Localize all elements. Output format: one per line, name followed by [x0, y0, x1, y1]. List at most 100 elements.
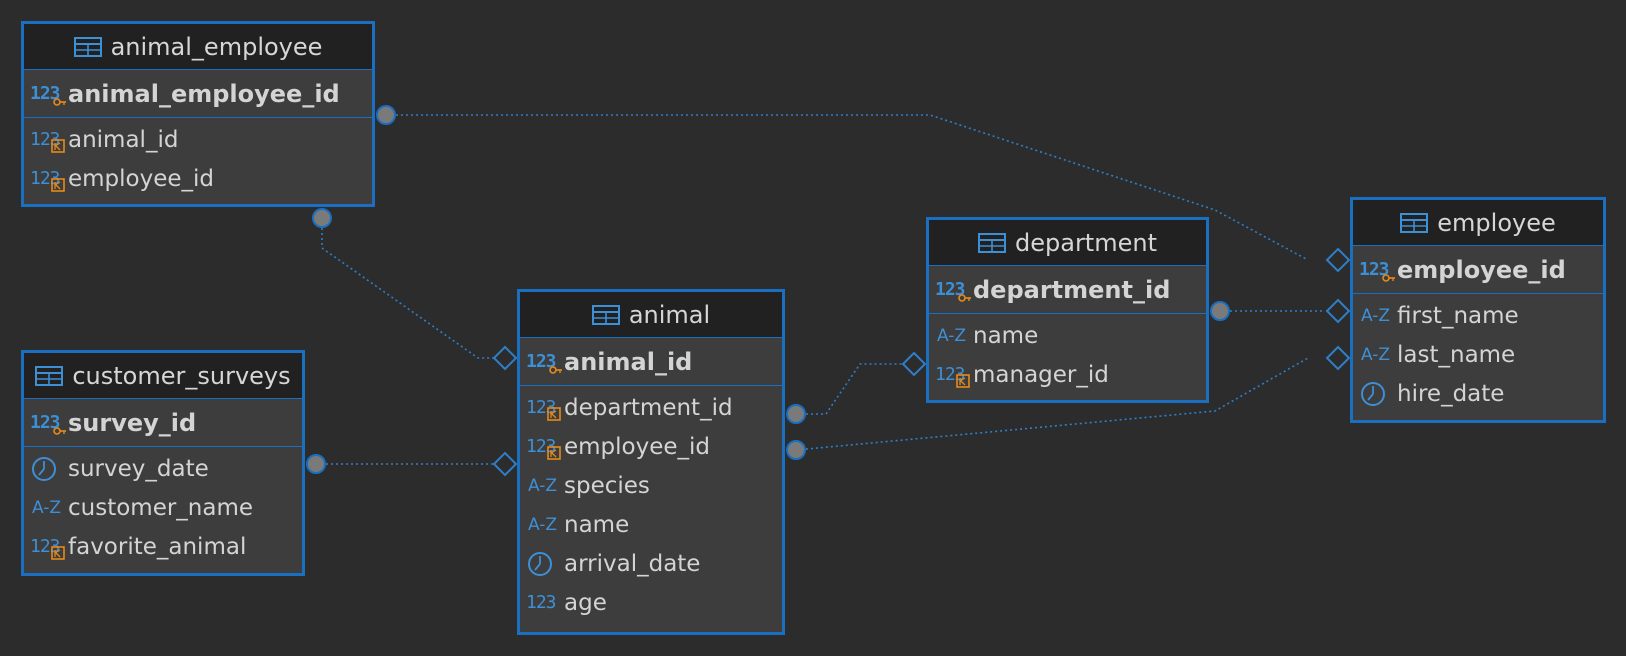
- relation-end-circle: [786, 440, 806, 460]
- table-icon: [1400, 212, 1429, 233]
- table-column[interactable]: 123 favorite_animal: [24, 527, 302, 566]
- fk-number-icon: 123: [935, 360, 973, 390]
- column-name: animal_id: [564, 347, 693, 376]
- table-employee[interactable]: employee 123 employee_id A-Z first_name A-Z la…: [1350, 197, 1606, 423]
- table-column[interactable]: hire_date: [1353, 374, 1603, 413]
- table-header[interactable]: customer_surveys: [24, 353, 302, 399]
- column-name: employee_id: [564, 433, 711, 460]
- table-header[interactable]: animal: [520, 292, 782, 338]
- table-icon: [591, 304, 620, 325]
- column-name: animal_id: [68, 126, 179, 153]
- relation-end-diamond: [492, 345, 518, 371]
- fk-number-icon: 123: [30, 164, 68, 194]
- table-customer-surveys[interactable]: customer_surveys 123 survey_id survey_date A…: [21, 350, 305, 576]
- table-column[interactable]: 123 animal_id: [24, 120, 372, 159]
- column-name: manager_id: [973, 361, 1109, 388]
- fk-number-icon: 123: [30, 532, 68, 562]
- text-icon: A-Z: [1361, 305, 1391, 326]
- text-icon: A-Z: [528, 514, 558, 535]
- table-column[interactable]: 123 manager_id: [929, 355, 1206, 394]
- primary-key-column[interactable]: 123 department_id: [929, 268, 1206, 311]
- relation-end-circle: [306, 454, 326, 474]
- column-name: employee_id: [1397, 255, 1566, 284]
- pk-number-icon: 123: [30, 411, 66, 435]
- table-animal[interactable]: animal 123 animal_id 123 department_id 123 emp…: [517, 289, 785, 635]
- primary-key-section: 123 animal_employee_id: [24, 70, 372, 118]
- primary-key-section: 123 employee_id: [1353, 246, 1603, 294]
- relation-end-diamond: [492, 451, 518, 477]
- column-name: hire_date: [1397, 380, 1505, 407]
- table-icon: [35, 365, 64, 386]
- table-column[interactable]: A-Z last_name: [1353, 335, 1603, 374]
- clock-icon: [30, 454, 68, 484]
- column-name: survey_id: [68, 408, 197, 437]
- table-department[interactable]: department 123 department_id A-Z name 123 mana…: [926, 217, 1209, 403]
- table-column[interactable]: A-Z name: [929, 316, 1206, 355]
- text-icon: A-Z: [32, 497, 62, 518]
- column-name: name: [973, 322, 1039, 349]
- relation-end-diamond: [1325, 298, 1351, 324]
- primary-key-column[interactable]: 123 survey_id: [24, 401, 302, 444]
- columns-section: survey_date A-Z customer_name 123 favorite_a…: [24, 447, 302, 570]
- columns-section: A-Z first_name A-Z last_name hire_date: [1353, 294, 1603, 417]
- clock-icon: [526, 549, 564, 579]
- table-column[interactable]: A-Z name: [520, 505, 782, 544]
- primary-key-column[interactable]: 123 animal_employee_id: [24, 72, 372, 115]
- column-name: name: [564, 511, 630, 538]
- fk-number-icon: 123: [526, 432, 564, 462]
- rel-animal-employee-to-animal: [321, 218, 505, 359]
- table-name: animal: [628, 300, 711, 329]
- table-column[interactable]: A-Z first_name: [1353, 296, 1603, 335]
- table-column[interactable]: A-Z species: [520, 466, 782, 505]
- column-name: first_name: [1397, 302, 1519, 329]
- table-header[interactable]: animal_employee: [24, 24, 372, 70]
- table-header[interactable]: department: [929, 220, 1206, 266]
- fk-number-icon: 123: [526, 393, 564, 423]
- relation-end-diamond: [1325, 345, 1351, 371]
- table-header[interactable]: employee: [1353, 200, 1603, 246]
- table-name: customer_surveys: [72, 361, 291, 390]
- column-name: species: [564, 472, 650, 499]
- table-name: employee: [1437, 208, 1556, 237]
- column-name: employee_id: [68, 165, 215, 192]
- table-column[interactable]: 123 age: [520, 583, 782, 622]
- clock-icon: [1359, 379, 1397, 409]
- table-column[interactable]: 123 employee_id: [520, 427, 782, 466]
- relation-end-circle: [786, 404, 806, 424]
- column-name: age: [564, 589, 607, 616]
- relation-end-circle: [312, 208, 332, 228]
- column-name: favorite_animal: [68, 533, 247, 560]
- pk-number-icon: 123: [1359, 258, 1395, 282]
- table-animal-employee[interactable]: animal_employee 123 animal_employee_id 123 a…: [21, 21, 375, 207]
- column-name: survey_date: [68, 455, 209, 482]
- fk-number-icon: 123: [30, 125, 68, 155]
- primary-key-section: 123 animal_id: [520, 338, 782, 386]
- primary-key-section: 123 department_id: [929, 266, 1206, 314]
- er-diagram-canvas[interactable]: animal_employee 123 animal_employee_id 123 a…: [0, 0, 1626, 656]
- relation-end-circle: [376, 105, 396, 125]
- number-icon: 123: [526, 591, 556, 613]
- primary-key-section: 123 survey_id: [24, 399, 302, 447]
- column-name: animal_employee_id: [68, 79, 340, 108]
- table-column[interactable]: arrival_date: [520, 544, 782, 583]
- pk-number-icon: 123: [30, 82, 66, 106]
- table-column[interactable]: 123 department_id: [520, 388, 782, 427]
- text-icon: A-Z: [1361, 344, 1391, 365]
- table-name: department: [1015, 228, 1157, 257]
- column-name: department_id: [564, 394, 733, 421]
- table-column[interactable]: A-Z customer_name: [24, 488, 302, 527]
- pk-number-icon: 123: [526, 350, 562, 374]
- column-name: last_name: [1397, 341, 1516, 368]
- table-icon: [73, 36, 102, 57]
- table-column[interactable]: 123 employee_id: [24, 159, 372, 198]
- relation-end-diamond: [901, 351, 927, 377]
- table-column[interactable]: survey_date: [24, 449, 302, 488]
- primary-key-column[interactable]: 123 employee_id: [1353, 248, 1603, 291]
- columns-section: 123 department_id 123 employee_id A-Z species…: [520, 386, 782, 626]
- column-name: department_id: [973, 275, 1171, 304]
- text-icon: A-Z: [528, 475, 558, 496]
- table-name: animal_employee: [110, 32, 323, 61]
- columns-section: A-Z name 123 manager_id: [929, 314, 1206, 398]
- pk-number-icon: 123: [935, 278, 971, 302]
- primary-key-column[interactable]: 123 animal_id: [520, 340, 782, 383]
